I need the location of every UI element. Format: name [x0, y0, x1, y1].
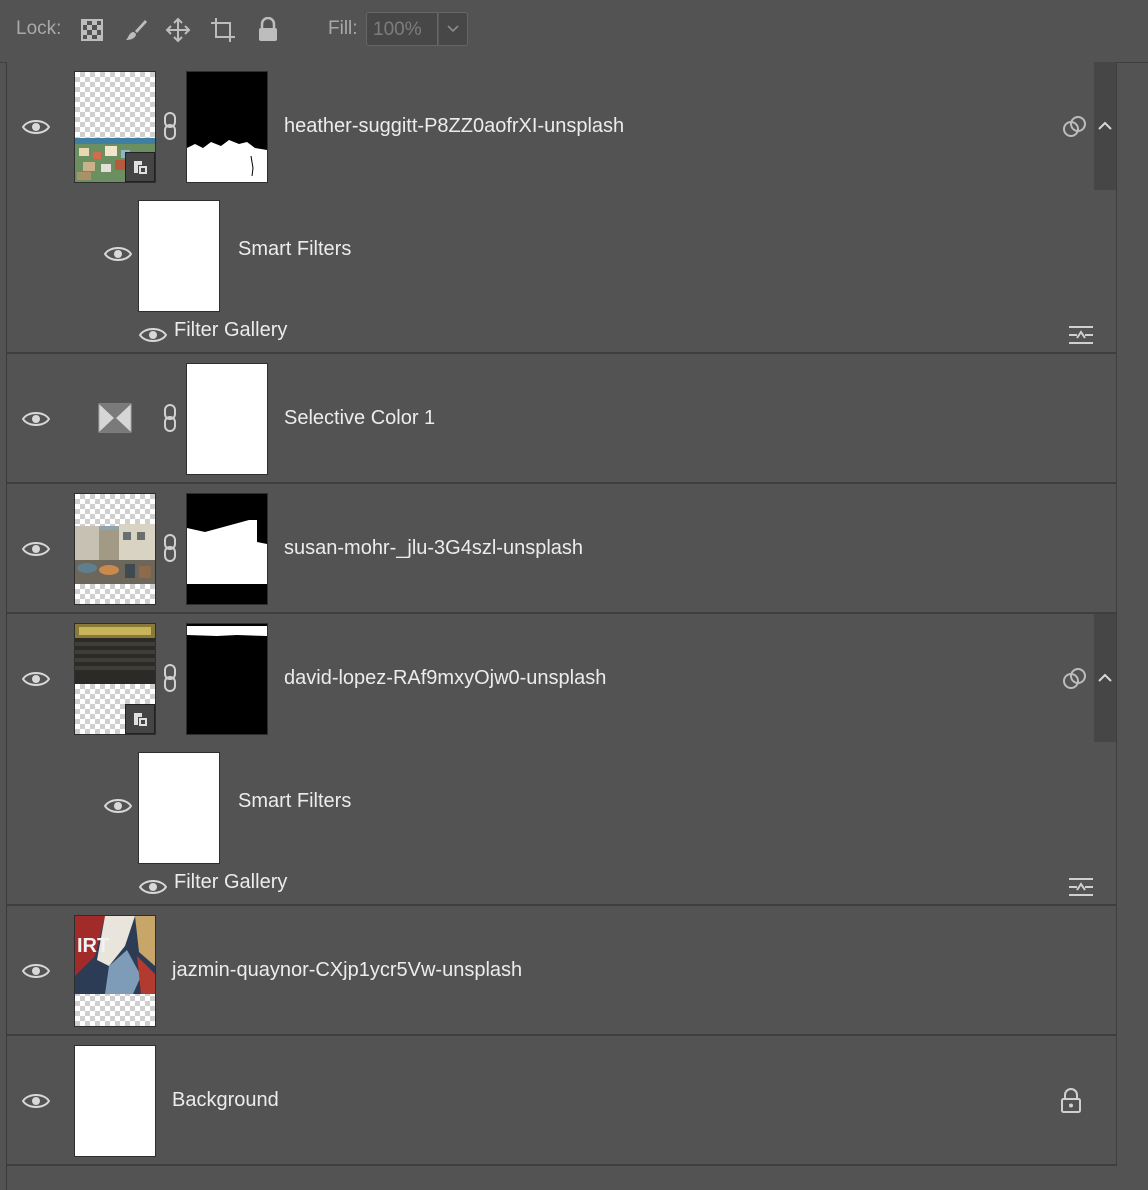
layer-thumbnail: [74, 71, 156, 183]
mask-link-icon[interactable]: [163, 112, 177, 140]
visibility-eye-icon[interactable]: [22, 118, 50, 136]
fill-label: Fill:: [328, 18, 358, 39]
layer-name[interactable]: jazmin-quaynor-CXjp1ycr5Vw-unsplash: [172, 959, 522, 982]
panel-right-border: [1116, 62, 1117, 1166]
filter-visibility-eye-icon[interactable]: [139, 326, 167, 344]
layer-name[interactable]: Background: [172, 1089, 279, 1112]
filter-blending-options-icon[interactable]: [1068, 324, 1094, 346]
mask-link-icon[interactable]: [163, 404, 177, 432]
layer-mask-thumbnail[interactable]: [186, 363, 268, 475]
lock-transparent-pixels-icon[interactable]: [78, 16, 106, 44]
layer-mask-thumbnail[interactable]: [186, 623, 268, 735]
layer-mask-thumbnail[interactable]: [186, 493, 268, 605]
filter-visibility-eye-icon[interactable]: [139, 878, 167, 896]
visibility-eye-icon[interactable]: [22, 962, 50, 980]
smart-filters-label: Smart Filters: [238, 790, 352, 812]
smart-object-badge-icon: [125, 152, 155, 182]
smart-filter-blend-icon: [1063, 668, 1086, 689]
layer-thumbnail: [74, 1045, 156, 1157]
filter-blending-options-icon[interactable]: [1068, 876, 1094, 898]
smart-filters-mask-thumbnail[interactable]: [138, 752, 220, 864]
fill-input[interactable]: 100%: [366, 12, 438, 46]
fill-dropdown-button[interactable]: [438, 12, 468, 46]
layer-name[interactable]: susan-mohr-_jlu-3G4szl-unsplash: [284, 537, 583, 560]
filter-name[interactable]: Filter Gallery: [174, 871, 287, 894]
smart-filters-visibility-eye-icon[interactable]: [104, 245, 132, 263]
layer-thumbnail: [74, 493, 156, 605]
chevron-down-icon: [447, 25, 459, 33]
visibility-eye-icon[interactable]: [22, 1092, 50, 1110]
smart-filters-label: Smart Filters: [238, 238, 352, 260]
panel-empty-area[interactable]: [7, 1166, 1116, 1190]
smart-filters-visibility-eye-icon[interactable]: [104, 797, 132, 815]
mask-link-icon[interactable]: [163, 534, 177, 562]
svg-text:IRT: IRT: [77, 935, 109, 957]
visibility-eye-icon[interactable]: [22, 540, 50, 558]
smart-filters-mask-thumbnail[interactable]: [138, 200, 220, 312]
layer-locked-icon[interactable]: [1060, 1088, 1082, 1114]
lock-image-pixels-icon[interactable]: [122, 16, 150, 44]
visibility-eye-icon[interactable]: [22, 410, 50, 428]
lock-artboard-icon[interactable]: [209, 16, 237, 44]
layer-thumbnail: [74, 623, 156, 735]
selective-color-adjustment-icon[interactable]: [98, 403, 132, 433]
layer-thumbnail: IRT: [74, 915, 156, 1027]
filter-name[interactable]: Filter Gallery: [174, 319, 287, 342]
smart-object-badge-icon: [125, 704, 155, 734]
collapse-effects-chevron-icon[interactable]: [1098, 121, 1112, 131]
lock-all-icon[interactable]: [254, 16, 282, 44]
layer-name[interactable]: david-lopez-RAf9mxyOjw0-unsplash: [284, 667, 606, 690]
mask-link-icon[interactable]: [163, 664, 177, 692]
smart-filter-blend-icon: [1063, 116, 1086, 137]
visibility-eye-icon[interactable]: [22, 670, 50, 688]
collapse-effects-chevron-icon[interactable]: [1098, 673, 1112, 683]
lock-position-icon[interactable]: [164, 16, 192, 44]
layer-name[interactable]: heather-suggitt-P8ZZ0aofrXI-unsplash: [284, 115, 624, 138]
layer-mask-thumbnail[interactable]: [186, 71, 268, 183]
layer-name[interactable]: Selective Color 1: [284, 407, 435, 430]
lock-label: Lock:: [16, 18, 62, 39]
